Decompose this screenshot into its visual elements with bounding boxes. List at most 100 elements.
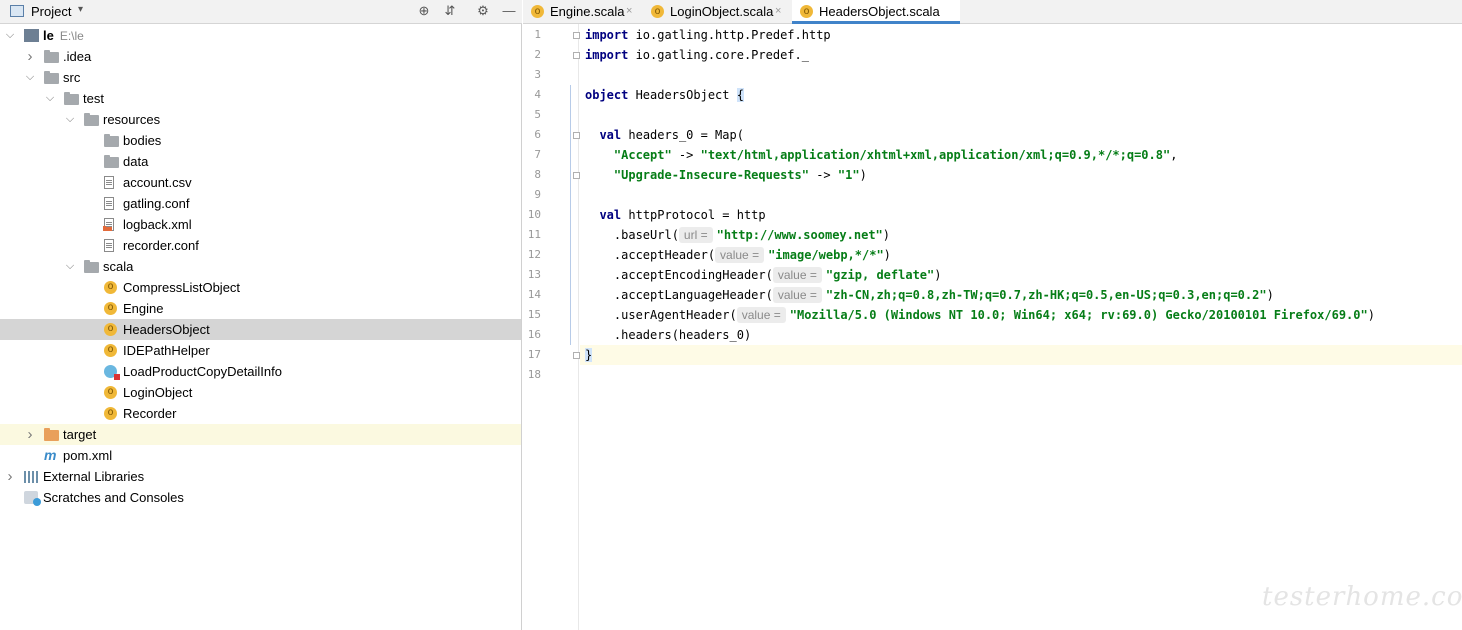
tree-item[interactable]: data: [0, 151, 521, 172]
chevron-right-icon[interactable]: ›: [24, 424, 36, 445]
line-number: 10: [527, 208, 541, 221]
tree-item[interactable]: HeadersObject: [0, 318, 521, 340]
fold-marker-icon[interactable]: [573, 52, 580, 59]
editor-tab[interactable]: LoginObject.scala×: [643, 0, 792, 23]
tree-item[interactable]: LoadProductCopyDetailInfo: [0, 361, 521, 382]
tree-item[interactable]: › target: [0, 424, 521, 445]
code-line: .headers(headers_0): [580, 325, 1462, 345]
tree-item-label: src: [63, 70, 81, 85]
tree-item-label: External Libraries: [43, 469, 145, 484]
chevron-down-icon[interactable]: ⌵: [64, 109, 76, 130]
fold-marker-icon[interactable]: [573, 352, 580, 359]
chevron-down-icon[interactable]: ⌵: [44, 88, 56, 109]
tree-item[interactable]: recorder.conf: [0, 235, 521, 256]
code-token: ): [1266, 288, 1274, 302]
tree-item[interactable]: bodies: [0, 130, 521, 151]
tab-label: HeadersObject.scala: [819, 4, 940, 19]
tree-item[interactable]: ⌵ le E:\le: [0, 25, 521, 46]
xml-file-icon: [103, 218, 114, 231]
code-editor[interactable]: import io.gatling.http.Predef.http import…: [580, 24, 1462, 630]
chevron-down-icon[interactable]: ⌵: [24, 67, 36, 88]
parameter-hint: value =: [772, 267, 822, 283]
tree-item[interactable]: LoginObject: [0, 381, 521, 403]
parameter-hint: value =: [715, 247, 765, 263]
tree-item[interactable]: ⌵ scala: [0, 256, 521, 277]
line-number: 7: [534, 148, 541, 161]
chevron-right-icon[interactable]: ›: [4, 466, 16, 487]
project-tool-window: Project ▾ ⊕ ⇵ ⚙ — ⌵ le E:\le › .idea ⌵ src ⌵ tes…: [0, 0, 522, 630]
fold-marker-icon[interactable]: [573, 132, 580, 139]
code-line: val httpProtocol = http: [580, 205, 1462, 225]
line-number: 15: [527, 308, 541, 321]
tree-item[interactable]: › External Libraries: [0, 466, 521, 487]
keyword-token: object: [585, 88, 629, 102]
text-file-icon: [104, 176, 114, 189]
tree-item[interactable]: logback.xml: [0, 214, 521, 235]
scala-object-icon: [104, 276, 117, 297]
scala-class-icon: [104, 365, 120, 380]
tree-item[interactable]: IDEPathHelper: [0, 339, 521, 361]
tree-item[interactable]: m pom.xml: [0, 445, 521, 466]
folder-icon: [104, 134, 119, 147]
code-line: .acceptLanguageHeader(value = "zh-CN,zh;q…: [580, 285, 1462, 305]
keyword-token: import: [585, 48, 629, 62]
string-token: "1": [837, 168, 860, 182]
chevron-right-icon[interactable]: ›: [24, 46, 36, 67]
editor-area: Engine.scala×LoginObject.scala× HeadersOb…: [523, 0, 1462, 630]
tree-item-label: pom.xml: [63, 448, 113, 463]
tree-item[interactable]: › .idea: [0, 46, 521, 67]
folder-icon: [44, 71, 59, 84]
tree-item-label: data: [123, 154, 149, 169]
editor-tab[interactable]: HeadersObject.scala: [792, 0, 960, 24]
tree-item[interactable]: Engine: [0, 297, 521, 319]
scala-object-icon: [104, 381, 117, 402]
scala-object-icon: [800, 0, 813, 23]
code-token: {: [736, 88, 744, 102]
libraries-icon: [24, 471, 39, 483]
tree-item[interactable]: ⌵ resources: [0, 109, 521, 130]
tree-item-label: bodies: [123, 133, 162, 148]
code-token: .acceptHeader(: [585, 248, 716, 262]
folder-icon: [44, 50, 59, 63]
close-icon[interactable]: ×: [626, 0, 632, 23]
fold-marker-icon[interactable]: [573, 32, 580, 39]
tree-item-label: recorder.conf: [123, 238, 199, 253]
project-view-selector[interactable]: Project: [31, 4, 71, 19]
string-token: "Mozilla/5.0 (Windows NT 10.0; Win64; x6…: [789, 308, 1368, 322]
editor-tab[interactable]: Engine.scala×: [523, 0, 643, 23]
code-token: .headers(headers_0): [585, 328, 752, 342]
keyword-token: val: [599, 208, 622, 222]
tree-item[interactable]: gatling.conf: [0, 193, 521, 214]
line-number: 5: [534, 108, 541, 121]
locate-icon[interactable]: ⊕: [416, 3, 432, 19]
tree-item-label: LoginObject: [123, 385, 193, 400]
settings-gear-icon[interactable]: ⚙: [475, 3, 491, 19]
code-line: }: [580, 345, 1462, 365]
scala-object-icon: [651, 0, 664, 23]
folder-icon: [84, 113, 99, 126]
chevron-down-icon[interactable]: ▾: [78, 4, 83, 15]
hide-minimize-icon[interactable]: —: [501, 3, 517, 19]
collapse-all-icon[interactable]: ⇵: [442, 3, 458, 19]
tree-item[interactable]: Recorder: [0, 402, 521, 424]
string-token: "http://www.soomey.net": [716, 228, 883, 242]
watermark: testerhome.com: [1262, 582, 1462, 612]
code-token: ): [859, 168, 867, 182]
scala-object-icon: [104, 297, 117, 318]
code-token: ->: [808, 168, 838, 182]
tree-item[interactable]: Scratches and Consoles: [0, 487, 521, 508]
tree-item[interactable]: account.csv: [0, 172, 521, 193]
fold-marker-icon[interactable]: [573, 172, 580, 179]
line-number: 8: [534, 168, 541, 181]
tree-item[interactable]: CompressListObject: [0, 276, 521, 298]
tree-item[interactable]: ⌵ src: [0, 67, 521, 88]
close-icon[interactable]: ×: [775, 0, 781, 23]
chevron-down-icon[interactable]: ⌵: [64, 256, 76, 277]
tree-item-label: gatling.conf: [123, 196, 190, 211]
code-token: ): [934, 268, 942, 282]
tree-item[interactable]: ⌵ test: [0, 88, 521, 109]
chevron-down-icon[interactable]: ⌵: [4, 25, 16, 46]
line-number: 9: [534, 188, 541, 201]
